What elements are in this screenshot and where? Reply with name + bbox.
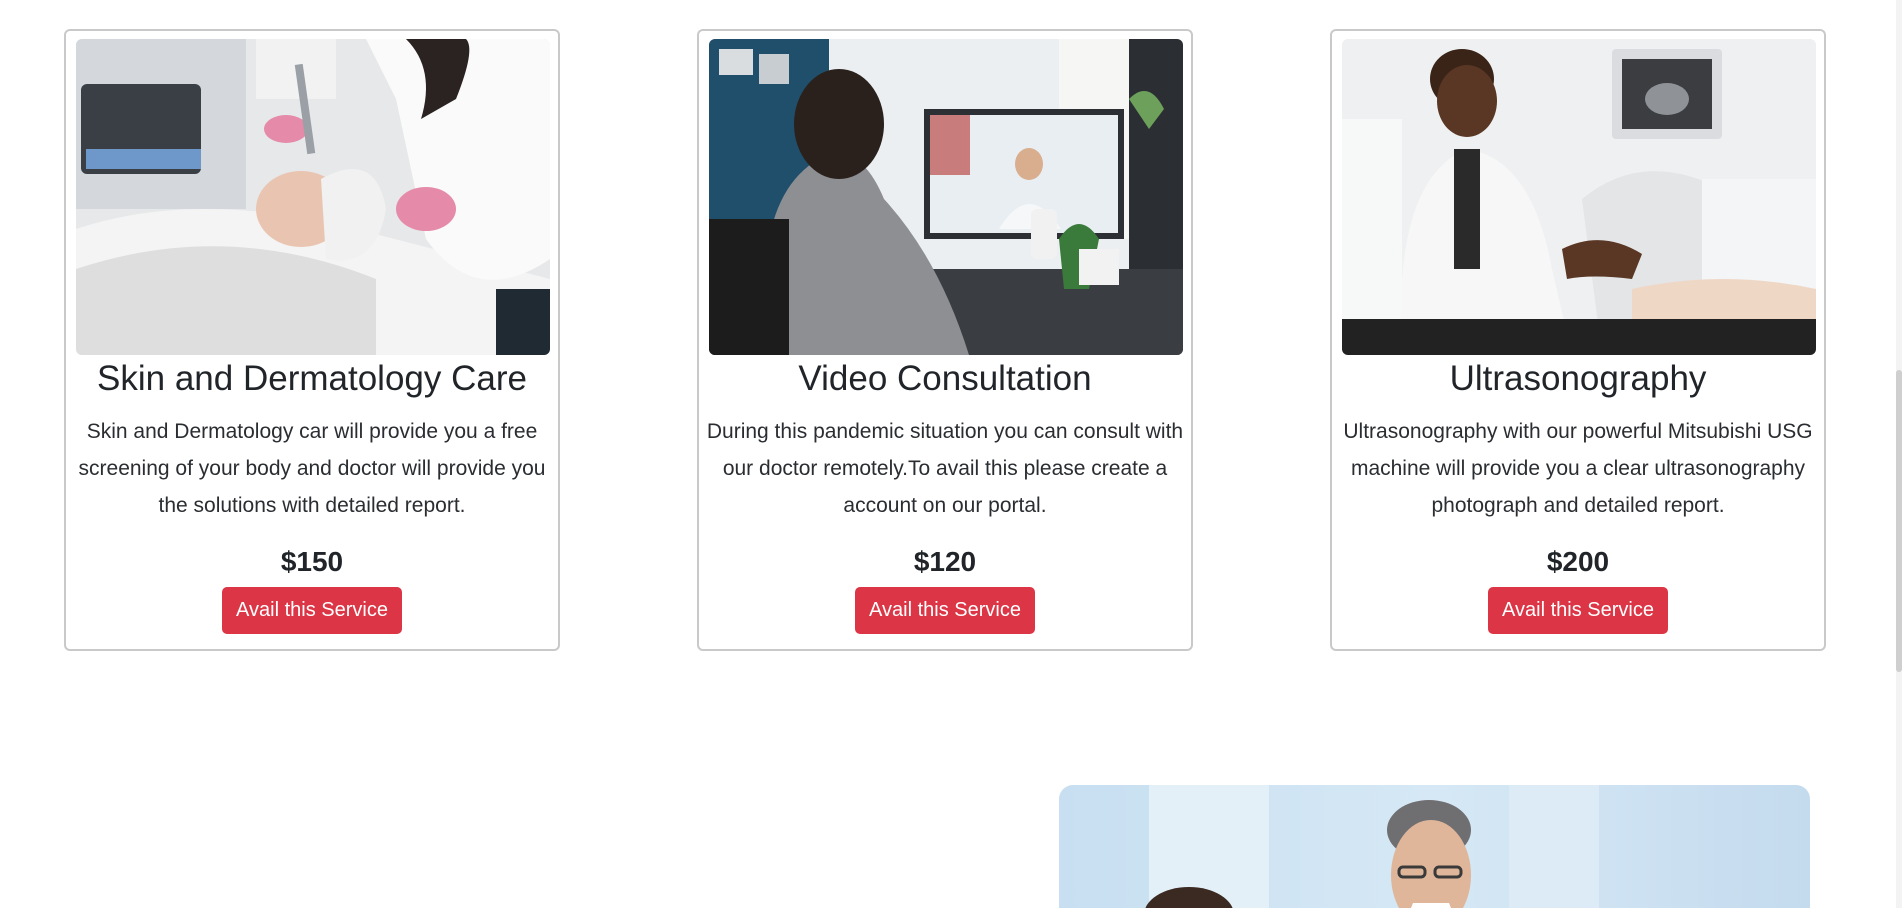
service-description: Skin and Dermatology car will provide yo… <box>78 420 546 517</box>
avail-service-button[interactable]: Avail this Service <box>1488 587 1668 634</box>
service-card-ultrasonography: Ultrasonography Ultrasonography with our… <box>1330 29 1826 651</box>
service-title: Ultrasonography <box>1449 359 1707 398</box>
avail-service-button[interactable]: Avail this Service <box>222 587 402 634</box>
service-card-skin-care: Skin and Dermatology Care Skin and Derma… <box>64 29 560 651</box>
page-scrollbar[interactable] <box>1896 0 1902 908</box>
doctor-photo <box>1059 785 1810 908</box>
service-description: During this pandemic situation you can c… <box>706 420 1184 517</box>
service-image-ultrasonography <box>1342 39 1816 355</box>
service-title: Skin and Dermatology Care <box>97 359 527 398</box>
service-price: $120 <box>913 546 977 577</box>
scrollbar-thumb[interactable] <box>1896 370 1902 672</box>
service-image-skin-care <box>76 39 550 355</box>
service-description: Ultrasonography with our powerful Mitsub… <box>1343 420 1813 517</box>
service-price: $150 <box>280 546 344 577</box>
service-image-video-consultation <box>709 39 1183 355</box>
service-price: $200 <box>1546 546 1610 577</box>
services-page: Skin and Dermatology Care Skin and Derma… <box>0 0 1902 908</box>
service-title: Video Consultation <box>798 359 1092 398</box>
avail-service-button[interactable]: Avail this Service <box>855 587 1035 634</box>
service-card-video-consultation: Video Consultation During this pandemic … <box>697 29 1193 651</box>
